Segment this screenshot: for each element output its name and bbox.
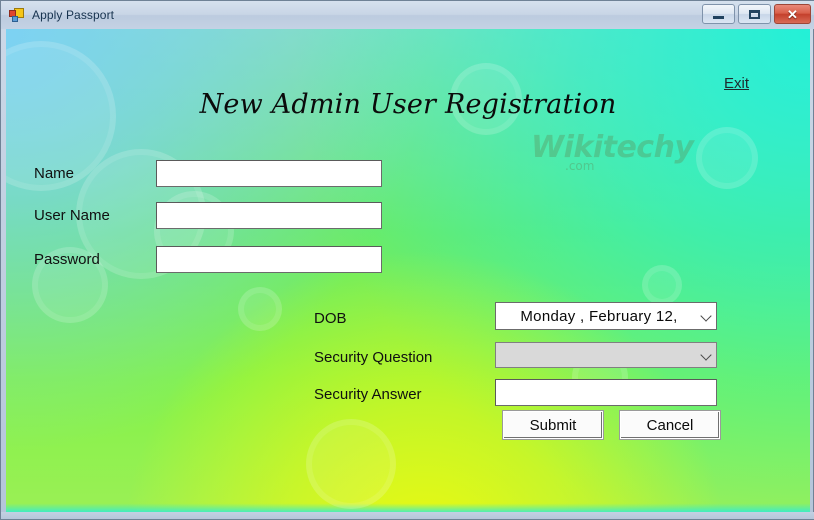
security-answer-label: Security Answer — [314, 386, 422, 403]
maximize-button[interactable] — [738, 4, 771, 24]
close-button[interactable]: ✕ — [774, 4, 811, 24]
password-input[interactable] — [156, 246, 382, 273]
decorative-bubble — [306, 419, 396, 509]
maximize-icon — [749, 9, 760, 19]
close-icon: ✕ — [787, 6, 798, 22]
cancel-button[interactable]: Cancel — [620, 411, 720, 439]
dob-label: DOB — [314, 310, 347, 327]
minimize-button[interactable] — [702, 4, 735, 24]
minimize-icon — [713, 16, 724, 19]
password-label: Password — [34, 251, 100, 268]
dob-date-picker[interactable]: Monday , February 12, — [495, 302, 717, 330]
security-question-label: Security Question — [314, 349, 433, 366]
chevron-down-icon[interactable] — [696, 351, 716, 359]
form-client-area: Wikitechy .com Exit New Admin User Regis… — [6, 29, 810, 514]
application-icon — [9, 7, 25, 23]
decorative-bubble — [642, 265, 682, 305]
window-controls: ✕ — [702, 4, 811, 24]
title-bar: Apply Passport ✕ — [1, 1, 814, 29]
user-name-label: User Name — [34, 207, 110, 224]
window-bottom-border — [1, 512, 814, 519]
decorative-bubble — [696, 127, 758, 189]
name-input[interactable] — [156, 160, 382, 187]
user-name-input[interactable] — [156, 202, 382, 229]
application-window: Apply Passport ✕ Wikitechy .com Exit New… — [0, 0, 814, 520]
dob-value: Monday , February 12, — [520, 307, 678, 325]
name-label: Name — [34, 165, 75, 182]
window-title: Apply Passport — [32, 8, 115, 22]
page-title: New Admin User Registration — [199, 89, 617, 120]
chevron-down-icon[interactable] — [696, 312, 716, 320]
security-answer-input[interactable] — [495, 379, 717, 406]
submit-button[interactable]: Submit — [503, 411, 603, 439]
decorative-bubble — [238, 287, 282, 331]
security-question-select[interactable] — [495, 342, 717, 368]
